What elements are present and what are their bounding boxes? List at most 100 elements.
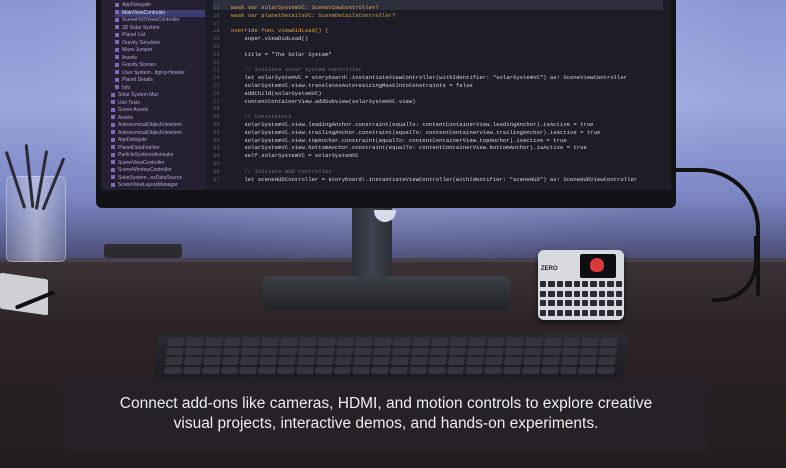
caption-line: Connect add-ons like cameras, HDMI, and … <box>119 395 653 412</box>
file-icon <box>111 100 115 105</box>
device-key <box>565 290 572 297</box>
keyboard-key <box>314 366 333 374</box>
project-navigator: AppDelegate MainViewController SceneHUDVie… <box>101 0 205 190</box>
navigator-item[interactable]: ParticleSystemsAnimator <box>111 152 201 159</box>
keyboard-key <box>505 347 523 355</box>
file-icon <box>111 175 115 180</box>
code-line: 15 weak var solarSystemVC: SceneViewContr… <box>213 4 379 12</box>
line-number: 15 <box>213 4 220 11</box>
device-key <box>540 290 547 297</box>
device-key <box>565 281 572 287</box>
navigator-item-label: AppDelegate <box>118 137 147 143</box>
line-number: 35 <box>213 160 220 167</box>
keyboard-key <box>334 357 353 365</box>
code-line: 23 // Initiate solar system controller <box>213 66 362 74</box>
code-line: 37 let sceneHUDController = storyboard!.… <box>213 176 637 184</box>
device-key <box>590 281 597 287</box>
keyboard-key <box>183 357 202 365</box>
device-key <box>548 309 555 316</box>
navigator-item[interactable]: AstronomicalObjectViewItem <box>111 122 201 129</box>
navigator-item[interactable]: Unit Tests <box>111 100 201 107</box>
keyboard-key <box>372 357 390 365</box>
code-line: 20 <box>213 43 231 51</box>
device-key <box>590 300 597 306</box>
navigator-item-label: Gravity Scenes <box>122 62 156 68</box>
navigator-item-label: Unit Tests <box>118 99 140 106</box>
navigator-item[interactable]: User System...ltging-Header <box>115 70 205 77</box>
line-number: 21 <box>213 50 220 58</box>
device-key <box>548 290 555 297</box>
navigator-item[interactable]: SceneViewController <box>111 160 201 167</box>
device-key <box>556 309 564 316</box>
code-line: 26 addChild(solarSystemVC) <box>213 90 322 98</box>
caption-text: Connect add-ons like cameras, HDMI, and … <box>62 394 710 434</box>
device-key <box>607 290 614 297</box>
navigator-item[interactable]: Solar System Mac <box>111 92 201 99</box>
line-number: 24 <box>213 74 220 82</box>
code-text: super.viewDidLoad() <box>231 35 309 43</box>
code-line: 35 <box>213 160 231 168</box>
navigator-item[interactable]: Gravity Scenes <box>115 62 205 69</box>
keyboard-keys <box>164 338 618 374</box>
device-key <box>598 281 606 287</box>
file-icon <box>115 10 119 15</box>
keyboard-key <box>371 366 389 374</box>
navigator-item[interactable]: PlanetDataFetcher <box>111 145 201 152</box>
code-text: solarSystemVC.view.translatesAutoresizin… <box>231 82 473 89</box>
navigator-item[interactable]: Planet List <box>115 32 205 39</box>
navigator-item[interactable]: SceneViewLayoutManager <box>111 182 201 189</box>
navigator-item[interactable]: SolarSystem...ezDataSource <box>111 175 201 182</box>
navigator-item-label: SceneViewLayoutManager <box>118 182 178 188</box>
device-key <box>565 309 572 316</box>
file-icon <box>115 25 119 30</box>
navigator-item-label: Scene Assets <box>118 107 149 113</box>
navigator-item[interactable]: 3D Solar System <box>115 25 205 32</box>
navigator-item[interactable]: Gravity Simulator <box>115 40 205 47</box>
keyboard-key <box>165 357 183 365</box>
line-number: 33 <box>213 144 220 152</box>
navigator-item-label: AstronomicalObjectViewItem <box>118 129 182 136</box>
line-number: 16 <box>213 11 220 19</box>
keyboard-key <box>408 366 427 374</box>
device-key <box>582 300 589 306</box>
navigator-item[interactable]: AppDelegate <box>115 2 205 9</box>
keyboard-key <box>466 357 485 365</box>
navigator-item-label: SceneViewController <box>118 159 165 166</box>
navigator-item[interactable]: SceneWindowController <box>111 167 201 174</box>
navigator-item[interactable]: Info <box>115 85 205 92</box>
navigator-item[interactable]: Assets <box>115 55 205 62</box>
file-icon <box>115 17 119 22</box>
device-key <box>607 300 614 306</box>
keyboard-key <box>221 357 240 365</box>
navigator-item[interactable]: Assets <box>111 115 201 122</box>
keyboard-key <box>542 347 561 355</box>
keyboard-key <box>485 357 503 365</box>
file-icon <box>115 40 119 45</box>
keyboard-key <box>448 347 467 355</box>
device-key <box>565 300 572 306</box>
keyboard-key <box>279 347 297 355</box>
keyboard-key <box>315 357 334 365</box>
keyboard-key <box>277 366 295 374</box>
file-icon <box>111 130 115 135</box>
line-number: 19 <box>213 35 220 43</box>
line-number: 37 <box>213 175 220 183</box>
code-line: 17 <box>213 20 231 28</box>
code-line: 30 solarSystemVC.view.leadingAnchor.cons… <box>213 121 594 129</box>
keyboard-key <box>521 366 540 374</box>
navigator-item[interactable]: AstronomicalObjectViewItem <box>111 130 201 137</box>
navigator-item-label: Info <box>122 84 131 91</box>
device-key <box>573 281 580 287</box>
keyboard-key <box>411 338 430 346</box>
keyboard-key <box>239 366 258 374</box>
device-key <box>548 281 555 287</box>
code-line: 33 solarSystemVC.view.bottomAnchor.const… <box>213 144 587 152</box>
keyboard-key <box>599 347 617 355</box>
keyboard-key <box>446 366 465 374</box>
navigator-item[interactable]: SceneHUDViewController <box>115 17 205 24</box>
navigator-item[interactable]: AppDelegate <box>111 137 201 144</box>
navigator-item[interactable]: Scene Assets <box>111 107 201 114</box>
navigator-item[interactable]: Planet Details <box>115 77 205 84</box>
navigator-item[interactable]: Maze Jumper <box>115 47 205 54</box>
navigator-item[interactable]: MainViewController <box>115 9 205 17</box>
